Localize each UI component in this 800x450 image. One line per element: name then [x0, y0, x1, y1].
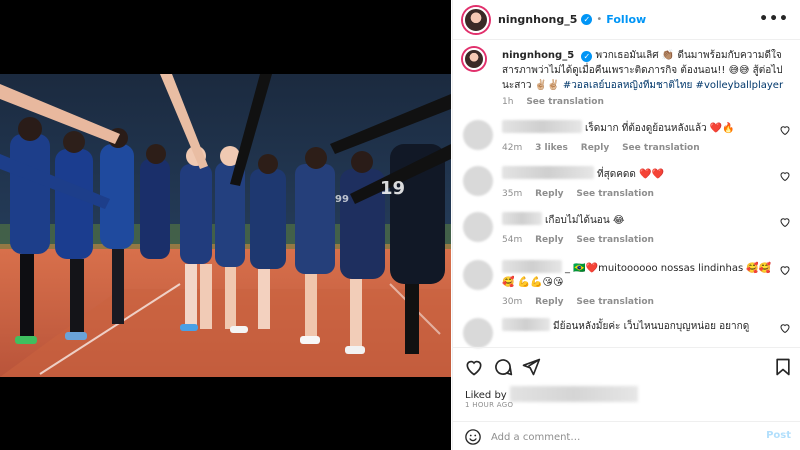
smiley-icon[interactable]: [464, 428, 482, 446]
see-translation-link[interactable]: See translation: [576, 189, 654, 199]
comment-time: 35m: [502, 189, 523, 199]
comment-time: 54m: [502, 235, 523, 245]
commenter-username-blurred[interactable]: [502, 120, 582, 133]
like-comment-heart-icon[interactable]: [779, 216, 791, 228]
comment-text: เร็ดมาก ที่ต้องดูย้อนหลังแล้ว ❤️🔥: [585, 123, 735, 134]
reply-button[interactable]: Reply: [535, 297, 563, 307]
comment-item: มีย้อนหลังมั้ยค่ะ เว็บไหนบอกบุญหน่อย อยา…: [463, 318, 791, 348]
see-translation-link[interactable]: See translation: [576, 235, 654, 245]
volleyball-team-photo: 19 99: [0, 74, 451, 377]
see-translation-link[interactable]: See translation: [622, 143, 700, 153]
caption-hashtags[interactable]: #วอลเลย์บอลหญิงทีมชาติไทย #volleyballpla…: [563, 80, 783, 91]
comment-item: เร็ดมาก ที่ต้องดูย้อนหลังแล้ว ❤️🔥 42m 3 …: [463, 120, 791, 155]
commenter-avatar[interactable]: [463, 120, 493, 150]
post-media[interactable]: 19 99: [0, 0, 451, 450]
comment-meta: 54m Reply See translation: [502, 233, 772, 247]
liked-by-label: Liked by: [465, 390, 507, 401]
verified-badge-icon: ✓: [581, 51, 593, 62]
comment-text: มีย้อนหลังมั้ยค่ะ เว็บไหนบอกบุญหน่อย อยา…: [553, 321, 750, 332]
see-translation-link[interactable]: See translation: [576, 297, 654, 307]
post-caption: ningnhong_5 ✓ พวกเธอมันเลิศ 👏🏽 ดีนมาพร้อ…: [463, 48, 793, 110]
comment-meta: 42m 3 likes Reply See translation: [502, 141, 772, 155]
like-comment-heart-icon[interactable]: [779, 124, 791, 136]
comment-body: เกือบไม่ได้นอน 😂 54m Reply See translati…: [502, 212, 772, 247]
liked-by-names-blurred[interactable]: [509, 386, 638, 402]
follow-button[interactable]: Follow: [606, 13, 646, 26]
share-icon[interactable]: [521, 357, 541, 377]
commenter-avatar[interactable]: [463, 260, 493, 290]
author-avatar[interactable]: [463, 6, 489, 33]
commenter-username-blurred[interactable]: [502, 318, 550, 331]
comment-text: ที่สุดคดด ❤️❤️: [597, 169, 664, 180]
separator-dot: •: [596, 14, 603, 25]
reply-button[interactable]: Reply: [581, 143, 609, 153]
liked-by: Liked by: [465, 386, 638, 402]
more-options-icon[interactable]: •••: [759, 11, 789, 27]
caption-body: ningnhong_5 ✓ พวกเธอมันเลิศ 👏🏽 ดีนมาพร้อ…: [502, 48, 793, 110]
post-actions: Liked by 1 HOUR AGO Post: [453, 347, 800, 447]
caption-time: 1h: [502, 97, 514, 107]
add-comment-input[interactable]: [491, 429, 751, 445]
author-username[interactable]: ningnhong_5: [498, 13, 577, 26]
add-comment-bar: Post: [453, 421, 800, 450]
post-header: ningnhong_5 ✓ • Follow •••: [453, 0, 800, 40]
commenter-username-blurred[interactable]: [502, 212, 542, 225]
comment-time: 42m: [502, 143, 523, 153]
caption-meta: 1h See translation: [502, 95, 793, 110]
bookmark-icon[interactable]: [773, 357, 793, 377]
like-comment-heart-icon[interactable]: [779, 264, 791, 276]
comment-meta: 30m Reply See translation: [502, 295, 772, 309]
see-translation-link[interactable]: See translation: [526, 97, 604, 107]
comment-body: ที่สุดคดด ❤️❤️ 35m Reply See translation: [502, 166, 772, 201]
commenter-username-blurred[interactable]: [502, 260, 562, 273]
svg-text:19: 19: [380, 178, 405, 199]
commenter-avatar[interactable]: [463, 212, 493, 242]
post-timestamp: 1 HOUR AGO: [465, 401, 514, 409]
comment-icon[interactable]: [493, 357, 513, 377]
comment-item: _ 🇧🇷❤️muitoooooo nossas lindinhas 🥰🥰🥰 💪💪…: [463, 260, 791, 309]
comment-item: ที่สุดคดด ❤️❤️ 35m Reply See translation: [463, 166, 791, 201]
reply-button[interactable]: Reply: [535, 235, 563, 245]
caption-avatar[interactable]: [463, 48, 485, 70]
comment-body: _ 🇧🇷❤️muitoooooo nossas lindinhas 🥰🥰🥰 💪💪…: [502, 260, 772, 309]
comment-time: 30m: [502, 297, 523, 307]
svg-text:99: 99: [335, 194, 349, 205]
like-comment-heart-icon[interactable]: [779, 322, 791, 334]
comment-meta: 35m Reply See translation: [502, 187, 772, 201]
like-heart-icon[interactable]: [464, 357, 484, 377]
comment-body: มีย้อนหลังมั้ยค่ะ เว็บไหนบอกบุญหน่อย อยา…: [502, 318, 772, 334]
comment-item: เกือบไม่ได้นอน 😂 54m Reply See translati…: [463, 212, 791, 247]
commenter-avatar[interactable]: [463, 318, 493, 348]
reply-button[interactable]: Reply: [535, 189, 563, 199]
post-comment-button[interactable]: Post: [766, 430, 791, 441]
commenter-username-blurred[interactable]: [502, 166, 594, 179]
caption-username[interactable]: ningnhong_5: [502, 50, 574, 61]
verified-badge-icon: ✓: [581, 14, 593, 25]
post-details-panel: ningnhong_5 ✓ • Follow ••• ningnhong_5 ✓…: [452, 0, 800, 450]
comment-text: เกือบไม่ได้นอน 😂: [545, 215, 625, 226]
comment-body: เร็ดมาก ที่ต้องดูย้อนหลังแล้ว ❤️🔥 42m 3 …: [502, 120, 772, 155]
like-comment-heart-icon[interactable]: [779, 170, 791, 182]
post-photo[interactable]: 19 99: [0, 74, 451, 377]
commenter-avatar[interactable]: [463, 166, 493, 196]
comment-likes[interactable]: 3 likes: [535, 143, 568, 153]
